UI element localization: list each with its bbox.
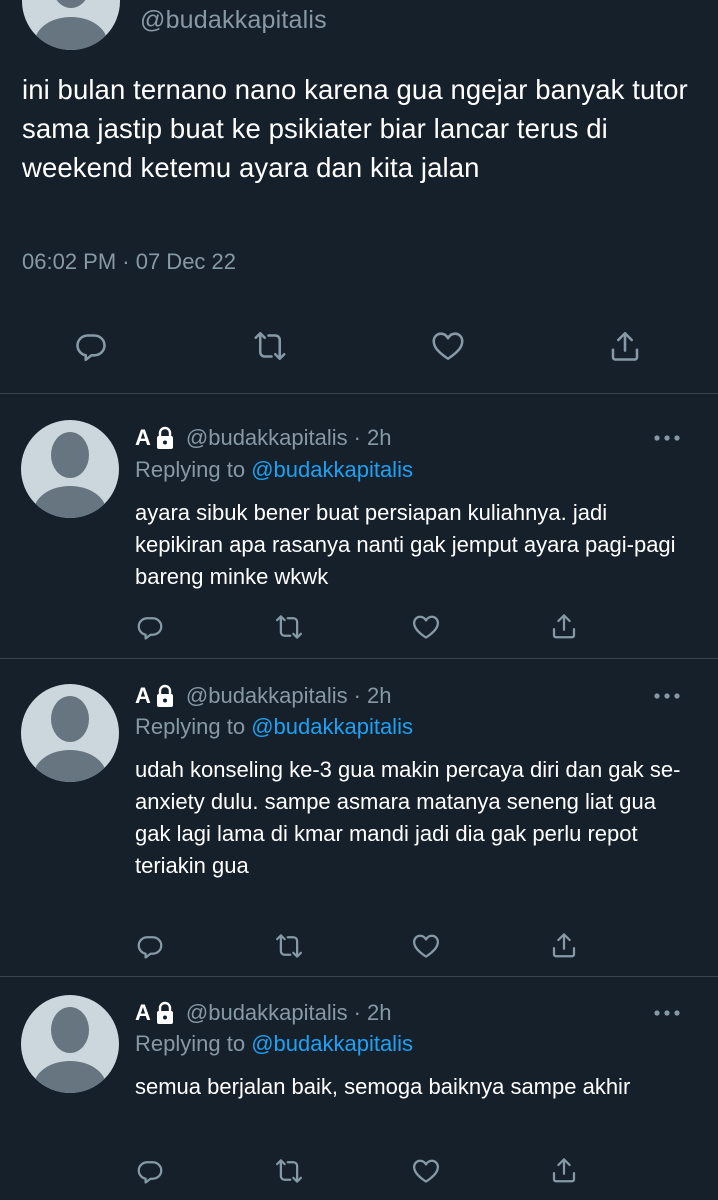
reply-text: ayara sibuk bener buat persiapan kuliahn… — [135, 500, 676, 589]
separator: · — [353, 1000, 361, 1025]
reply-text: semua berjalan baik, semoga baiknya samp… — [135, 1074, 631, 1099]
reply-header: A @budakkapitalis · 2h — [135, 683, 391, 709]
replying-to: Replying to @budakkapitalis — [135, 714, 413, 740]
reply-header: A @budakkapitalis · 2h — [135, 1000, 391, 1026]
replying-to-label: Replying to — [135, 1031, 246, 1056]
avatar[interactable] — [21, 995, 119, 1093]
separator: · — [353, 425, 361, 450]
mention-link[interactable]: @budakkapitalis — [251, 1031, 413, 1056]
like-button[interactable] — [410, 930, 442, 962]
reply-time[interactable]: 2h — [367, 425, 391, 451]
retweet-button[interactable] — [273, 1155, 305, 1187]
lock-icon — [156, 684, 173, 707]
avatar[interactable] — [22, 0, 120, 50]
reply-button[interactable] — [134, 930, 166, 962]
retweet-icon — [276, 615, 302, 639]
share-icon — [611, 331, 639, 361]
share-button[interactable] — [548, 610, 580, 642]
more-options-icon[interactable] — [654, 1008, 680, 1018]
reply-icon — [76, 334, 106, 362]
reply-button[interactable] — [134, 1155, 166, 1187]
reply-text: udah konseling ke-3 gua makin percaya di… — [135, 757, 681, 878]
like-icon — [413, 1159, 439, 1183]
like-button[interactable] — [410, 1155, 442, 1187]
reply-header: A @budakkapitalis · 2h — [135, 425, 391, 451]
retweet-button[interactable] — [252, 328, 288, 364]
reply-tweet[interactable]: A @budakkapitalis · 2h Replying to @buda… — [0, 394, 718, 659]
like-icon — [413, 934, 439, 958]
reply-time[interactable]: 2h — [367, 683, 391, 709]
reply-icon — [137, 617, 163, 640]
share-button[interactable] — [607, 328, 643, 364]
tweet-text: ini bulan ternano nano karena gua ngejar… — [22, 74, 688, 183]
reply-tweet[interactable]: A @budakkapitalis · 2h Replying to @buda… — [0, 659, 718, 977]
author-name[interactable]: A — [135, 683, 151, 709]
more-options-icon[interactable] — [654, 691, 680, 701]
replying-to-label: Replying to — [135, 457, 246, 482]
reply-icon — [137, 1161, 163, 1184]
author-handle[interactable]: @budakkapitalis — [140, 6, 327, 35]
retweet-icon — [276, 934, 302, 958]
retweet-icon — [276, 1159, 302, 1183]
mention-link[interactable]: @budakkapitalis — [251, 457, 413, 482]
share-icon — [552, 1158, 576, 1183]
reply-time[interactable]: 2h — [367, 1000, 391, 1026]
avatar[interactable] — [21, 684, 119, 782]
share-icon — [552, 933, 576, 958]
reply-tweet[interactable]: A @budakkapitalis · 2h Replying to @buda… — [0, 977, 718, 1200]
author-handle[interactable]: @budakkapitalis — [186, 1000, 348, 1026]
main-tweet: @budakkapitalis ini bulan ternano nano k… — [0, 0, 718, 394]
lock-icon — [156, 426, 173, 449]
avatar[interactable] — [21, 420, 119, 518]
share-button[interactable] — [548, 929, 580, 961]
tweet-timestamp[interactable]: 06:02 PM · 07 Dec 22 — [22, 249, 236, 275]
author-name[interactable]: A — [135, 425, 151, 451]
mention-link[interactable]: @budakkapitalis — [251, 714, 413, 739]
like-button[interactable] — [430, 328, 466, 364]
author-handle[interactable]: @budakkapitalis — [186, 425, 348, 451]
like-icon — [432, 332, 464, 361]
like-icon — [413, 615, 439, 639]
reply-button[interactable] — [73, 328, 109, 364]
replying-to: Replying to @budakkapitalis — [135, 1031, 413, 1057]
share-icon — [552, 614, 576, 639]
retweet-icon — [254, 331, 286, 361]
like-button[interactable] — [410, 611, 442, 643]
retweet-button[interactable] — [273, 930, 305, 962]
reply-icon — [137, 936, 163, 959]
author-handle[interactable]: @budakkapitalis — [186, 683, 348, 709]
reply-button[interactable] — [134, 611, 166, 643]
separator: · — [353, 683, 361, 708]
lock-icon — [156, 1001, 173, 1024]
author-name[interactable]: A — [135, 1000, 151, 1026]
share-button[interactable] — [548, 1154, 580, 1186]
more-options-icon[interactable] — [654, 433, 680, 443]
replying-to: Replying to @budakkapitalis — [135, 457, 413, 483]
replying-to-label: Replying to — [135, 714, 246, 739]
retweet-button[interactable] — [273, 611, 305, 643]
